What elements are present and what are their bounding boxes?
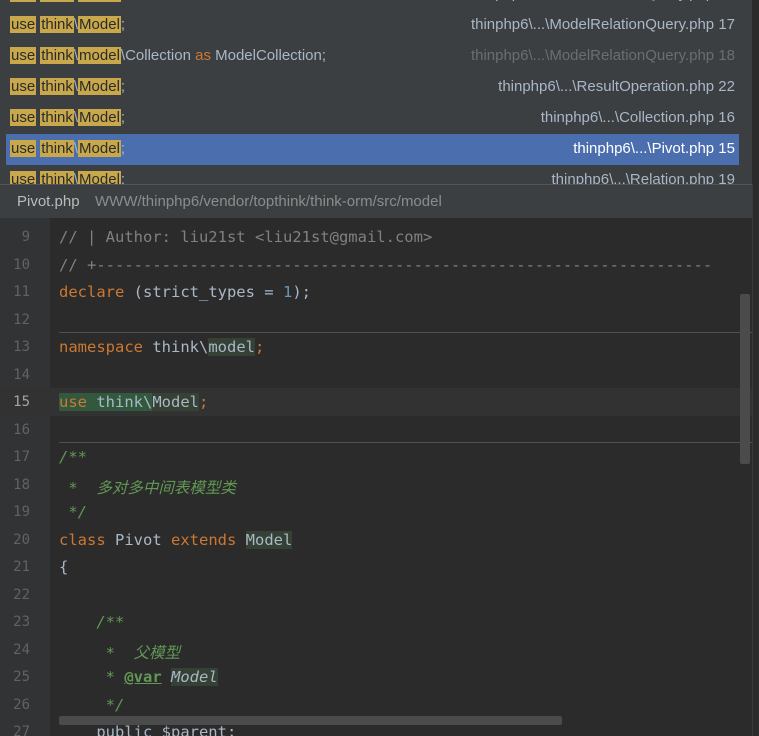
code-line: 21 { <box>13 558 69 576</box>
code-line: 22 <box>13 586 30 603</box>
right-edge-track <box>752 184 759 736</box>
code-line-current: 15 use think\Model; <box>0 388 752 416</box>
code-line: 16 <box>13 421 30 438</box>
result-file: thinphp6\...\ResultOperation.php 22 <box>498 78 735 95</box>
code-line: 19 */ <box>13 503 87 521</box>
result-file: thinphp6\...\Relation.php 19 <box>551 171 735 184</box>
horizontal-scrollbar-thumb[interactable] <box>59 716 562 725</box>
result-file: thinphp6\...\Pivot.php 15 <box>573 140 735 157</box>
code-line: 11 declare (strict_types = 1); <box>13 283 311 301</box>
code-line: 13 namespace think\model; <box>13 338 265 356</box>
result-code: usethink\Model; <box>10 0 125 2</box>
result-file: thinphp6\...\ModelRelationQuery.php 17 <box>470 16 735 33</box>
result-row[interactable]: use think\Model; thinphp6\...\ResultOpera… <box>6 72 739 103</box>
code-line: 24 * 父模型 <box>13 641 181 662</box>
code-preview[interactable]: 9 // | Author: liu21st <liu21st@gmail.co… <box>0 218 752 736</box>
code-line: 20 class Pivot extends Model <box>13 530 293 549</box>
find-usages-results[interactable]: use think\Model; thinphp6\...\ModelRelati… <box>0 0 752 184</box>
code-line: 10 // +---------------------------------… <box>13 255 713 274</box>
code-line: 18 * 多对多中间表模型类 <box>13 476 236 497</box>
result-row[interactable]: use think\Model; thinphp6\...\Collection.… <box>6 103 739 134</box>
result-row[interactable]: usethink\Model; thinphp6\...\ModelRelati… <box>6 0 739 10</box>
code-line: 25 * @var Model <box>13 668 218 686</box>
code-line: 23 /** <box>13 613 125 631</box>
code-line: 26 */ <box>13 695 125 714</box>
result-file: thinphp6\...\ModelRelationQuery.php 17 <box>471 0 735 2</box>
result-code: usethink\Model; <box>10 140 126 157</box>
result-row[interactable]: use think\Model; thinphp6\...\Relation.ph… <box>6 165 739 184</box>
result-row[interactable]: use think\model\Collection as ModelCollec… <box>6 41 739 72</box>
result-code: usethink\Model; <box>10 16 126 33</box>
code-line: 17 /** <box>13 448 87 466</box>
result-code: usethink\Model; <box>10 109 126 126</box>
vertical-scrollbar-thumb[interactable] <box>740 294 750 464</box>
result-file: thinphp6\...\ModelRelationQuery.php 18 <box>470 47 735 64</box>
result-row-selected[interactable]: use think\Model; thinphp6\...\Pivot.php 1… <box>6 134 739 165</box>
result-file: thinphp6\...\Collection.php 16 <box>540 109 735 126</box>
preview-file-path: WWW/thinphp6/vendor/topthink/think-orm/s… <box>95 193 442 210</box>
result-code: use think\model\Collection as ModelCollec… <box>10 47 327 64</box>
result-code: usethink\Model; <box>10 78 126 95</box>
code-line: 9 // | Author: liu21st <liu21st@gmail.co… <box>21 228 433 246</box>
result-code: usethink\Model; <box>10 171 125 184</box>
preview-file-name: Pivot.php <box>17 193 80 210</box>
result-row[interactable]: usethink\Model; thinphp6\...\ModelRelati… <box>6 10 739 41</box>
code-line: 12 <box>13 311 30 328</box>
preview-header: Pivot.php WWW/thinphp6/vendor/topthink/t… <box>0 184 752 219</box>
code-line: 14 <box>13 366 30 383</box>
